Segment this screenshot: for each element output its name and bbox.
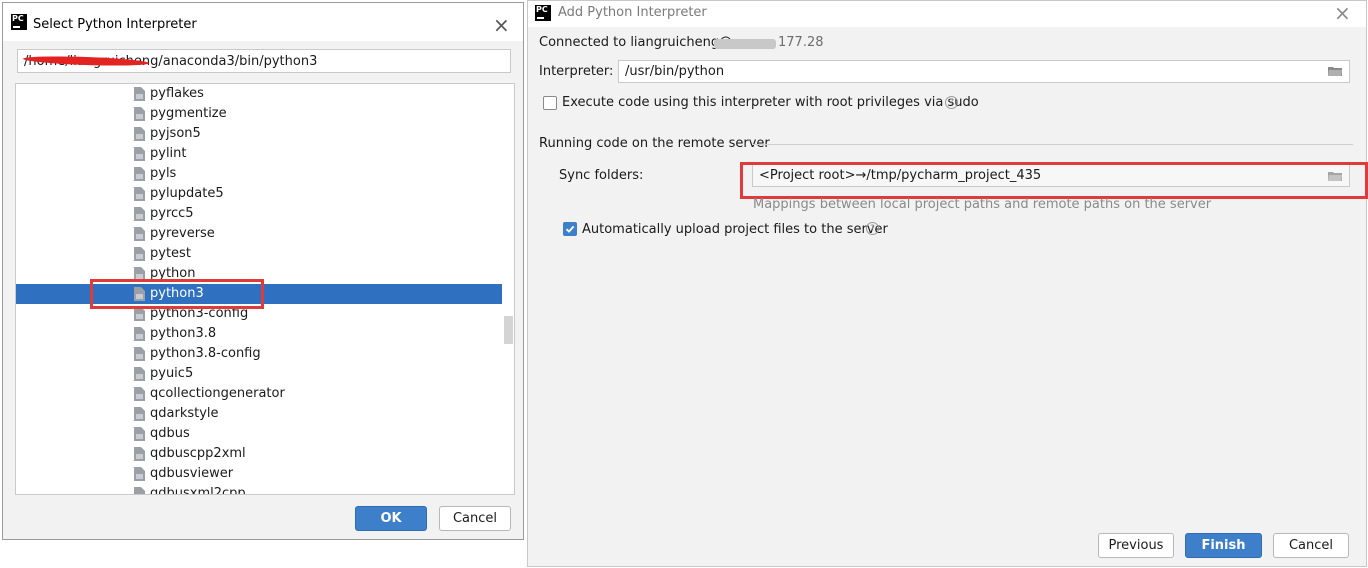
- python-file-icon: [134, 327, 145, 341]
- connection-label: Connected to liangruicheng@: [539, 35, 733, 50]
- python-file-icon: [134, 227, 145, 241]
- tree-item-label: pytest: [150, 246, 191, 261]
- python-file-icon: [134, 87, 145, 101]
- tree-row[interactable]: pygmentize: [16, 104, 502, 124]
- tree-row[interactable]: pyls: [16, 164, 502, 184]
- help-icon[interactable]: ?: [945, 96, 958, 109]
- tree-row[interactable]: python3.8-config: [16, 344, 502, 364]
- dialog-title: Select Python Interpreter: [33, 17, 197, 32]
- close-icon[interactable]: ×: [1334, 3, 1351, 23]
- sync-hint: Mappings between local project paths and…: [753, 197, 1212, 212]
- tree-item-label: pylint: [150, 146, 187, 161]
- python-file-icon: [134, 107, 145, 121]
- python-file-icon: [134, 167, 145, 181]
- tree-item-label: pyuic5: [150, 366, 194, 381]
- tree-row[interactable]: qdbuscpp2xml: [16, 444, 502, 464]
- pycharm-logo-icon: PC: [11, 14, 27, 30]
- dialog-titlebar: PC Add Python Interpreter ×: [528, 1, 1366, 27]
- tree-row[interactable]: python3.8: [16, 324, 502, 344]
- redacted-host: [714, 39, 776, 49]
- tree-item-label: pyflakes: [150, 86, 204, 101]
- scrollbar-thumb[interactable]: [504, 316, 513, 344]
- pycharm-logo-icon: PC: [535, 5, 551, 21]
- tree-item-label: qdbusxml2cpp: [150, 486, 246, 495]
- tree-item-label: qdbuscpp2xml: [150, 446, 246, 461]
- tree-item-label: pylupdate5: [150, 186, 224, 201]
- checkmark-icon: [565, 225, 575, 233]
- connection-host-suffix: 177.28: [778, 35, 824, 50]
- tree-item-label: qcollectiongenerator: [150, 386, 285, 401]
- auto-upload-checkbox[interactable]: [563, 222, 577, 236]
- cancel-button[interactable]: Cancel: [1273, 533, 1349, 558]
- tree-row[interactable]: qdarkstyle: [16, 404, 502, 424]
- tree-row[interactable]: qdbusviewer: [16, 464, 502, 484]
- previous-button[interactable]: Previous: [1098, 533, 1174, 558]
- interpreter-value: /usr/bin/python: [625, 64, 725, 79]
- tree-item-label: qdbusviewer: [150, 466, 234, 481]
- sync-highlight-box: [740, 162, 1368, 199]
- tree-row[interactable]: pylint: [16, 144, 502, 164]
- tree-row[interactable]: pytest: [16, 244, 502, 264]
- tree-item-label: python3.8-config: [150, 346, 261, 361]
- tree-row[interactable]: pyrcc5: [16, 204, 502, 224]
- dialog-title: Add Python Interpreter: [558, 5, 707, 20]
- tree-row[interactable]: qdbus: [16, 424, 502, 444]
- sudo-checkbox-label: Execute code using this interpreter with…: [562, 95, 979, 110]
- ok-button[interactable]: OK: [355, 506, 427, 531]
- python-file-icon: [134, 207, 145, 221]
- finish-button[interactable]: Finish: [1185, 533, 1262, 558]
- tree-row[interactable]: pyuic5: [16, 364, 502, 384]
- python-file-icon: [134, 147, 145, 161]
- section-title: Running code on the remote server: [539, 136, 770, 151]
- python-file-icon: [134, 367, 145, 381]
- folder-icon[interactable]: [1328, 66, 1342, 76]
- python-file-icon: [134, 247, 145, 261]
- tree-row[interactable]: qdbusxml2cpp: [16, 484, 502, 495]
- tree-item-label: pyrcc5: [150, 206, 194, 221]
- tree-item-label: pyls: [150, 166, 177, 181]
- section-separator: [753, 144, 1353, 145]
- python-file-icon: [134, 487, 145, 494]
- tree-item-label: qdbus: [150, 426, 190, 441]
- select-interpreter-dialog: PC Select Python Interpreter × pyflakes p…: [2, 2, 524, 540]
- python-file-icon: [134, 387, 145, 401]
- python-file-icon: [134, 307, 145, 321]
- python-file-icon: [134, 407, 145, 421]
- selection-highlight-box: [90, 279, 264, 309]
- tree-item-label: qdarkstyle: [150, 406, 219, 421]
- python-file-icon: [134, 467, 145, 481]
- help-icon[interactable]: ?: [866, 222, 879, 235]
- dialog-titlebar: PC Select Python Interpreter ×: [3, 3, 523, 41]
- python-file-icon: [134, 427, 145, 441]
- python-file-icon: [134, 187, 145, 201]
- tree-row[interactable]: pyflakes: [16, 84, 502, 104]
- tree-item-label: pyjson5: [150, 126, 201, 141]
- interpreter-label: Interpreter:: [539, 64, 614, 79]
- close-icon[interactable]: ×: [493, 15, 510, 35]
- python-file-icon: [134, 447, 145, 461]
- sync-folders-label: Sync folders:: [559, 168, 644, 183]
- python-file-icon: [134, 347, 145, 361]
- cancel-button[interactable]: Cancel: [439, 506, 511, 531]
- tree-item-label: python3.8: [150, 326, 217, 341]
- tree-row[interactable]: pyjson5: [16, 124, 502, 144]
- interpreter-field[interactable]: /usr/bin/python: [618, 60, 1350, 83]
- tree-row[interactable]: qcollectiongenerator: [16, 384, 502, 404]
- python-file-icon: [134, 127, 145, 141]
- tree-row[interactable]: pylupdate5: [16, 184, 502, 204]
- auto-upload-label: Automatically upload project files to th…: [582, 222, 888, 237]
- add-interpreter-dialog: PC Add Python Interpreter × Connected to…: [527, 0, 1368, 567]
- sudo-checkbox[interactable]: [543, 96, 557, 110]
- tree-row[interactable]: pyreverse: [16, 224, 502, 244]
- tree-item-label: pyreverse: [150, 226, 215, 241]
- tree-item-label: pygmentize: [150, 106, 227, 121]
